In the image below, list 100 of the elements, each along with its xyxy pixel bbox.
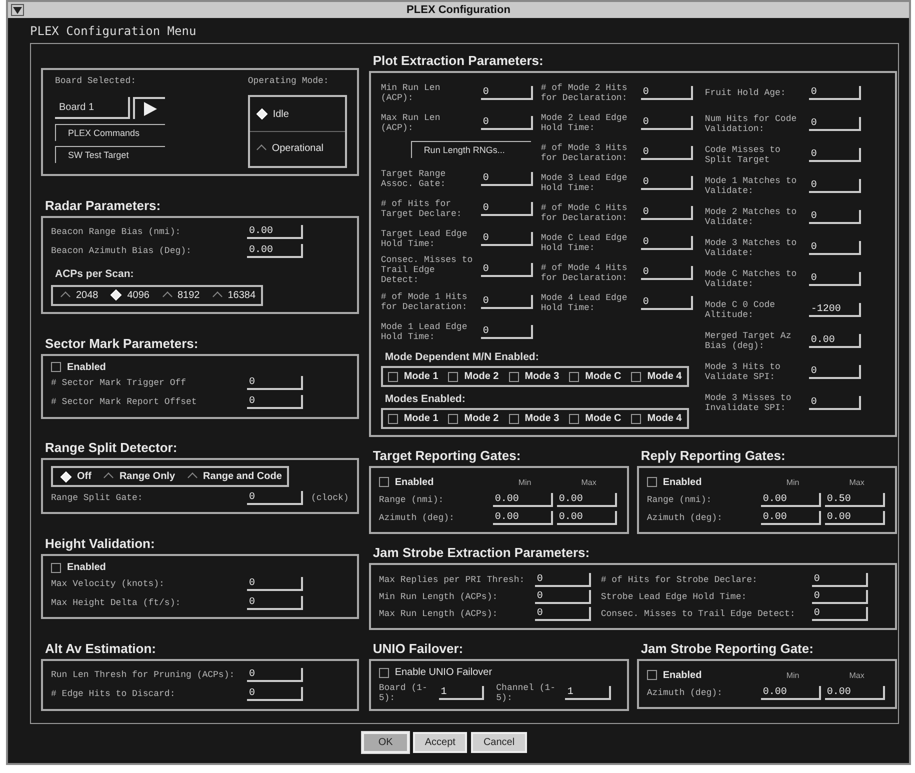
radio-option[interactable]: 16384	[210, 290, 256, 301]
checkbox-option[interactable]: Enabled	[51, 362, 349, 373]
radio-option[interactable]: Range and Code	[185, 471, 282, 482]
command-button[interactable]: SW Test Target	[55, 146, 165, 163]
input-field[interactable]: 0.00	[824, 686, 885, 700]
checkbox[interactable]	[569, 372, 580, 382]
radio-option[interactable]: 4096	[108, 290, 150, 301]
arrow-button[interactable]	[133, 97, 165, 119]
window-menu-icon[interactable]	[11, 4, 24, 16]
checkbox[interactable]	[646, 477, 657, 487]
checkbox[interactable]	[378, 477, 389, 487]
input-field[interactable]: 0.00	[760, 686, 821, 700]
radio-option[interactable]: 8192	[160, 290, 200, 301]
input-field[interactable]: 0	[247, 668, 303, 682]
input-field[interactable]: 0	[808, 364, 861, 378]
checkbox-option[interactable]: Enabled	[646, 670, 759, 680]
input-field[interactable]: 0	[534, 606, 591, 620]
input-field[interactable]: 0	[480, 172, 533, 186]
dialog-button[interactable]: Cancel	[471, 732, 527, 753]
input-field[interactable]: 0	[812, 606, 868, 620]
checkbox-option[interactable]: Mode 1	[388, 371, 438, 382]
input-field[interactable]: 0.00	[492, 511, 553, 525]
checkbox-option[interactable]: Mode C	[569, 371, 622, 382]
input-field[interactable]: 0	[640, 86, 693, 100]
dialog-button[interactable]: Accept	[412, 732, 468, 753]
input-field[interactable]: 1	[565, 686, 611, 700]
checkbox[interactable]	[51, 362, 61, 372]
input-field[interactable]: 0.00	[760, 511, 821, 525]
checkbox[interactable]	[569, 414, 580, 424]
checkbox[interactable]	[448, 414, 458, 424]
checkbox[interactable]	[51, 562, 61, 573]
input-field[interactable]: 1	[438, 686, 484, 700]
input-field[interactable]: 0	[480, 324, 533, 338]
input-field[interactable]: 0	[808, 86, 861, 100]
checkbox[interactable]	[388, 372, 398, 382]
input-field[interactable]: 0	[808, 396, 861, 410]
input-field[interactable]: 0	[640, 146, 693, 160]
input-field[interactable]: 0.00	[492, 493, 553, 507]
checkbox-option[interactable]: Mode 2	[448, 371, 499, 382]
input-field[interactable]: 0.00	[824, 511, 885, 525]
run-length-button[interactable]: Run Length RNGs...	[410, 141, 531, 158]
input-field[interactable]: 0	[808, 116, 861, 130]
input-field[interactable]: 0.50	[824, 493, 885, 507]
checkbox-option[interactable]: Enabled	[646, 476, 759, 488]
checkbox[interactable]	[631, 414, 642, 424]
input-field[interactable]: 0.00	[808, 334, 861, 348]
input-field[interactable]: 0	[480, 232, 533, 246]
input-field[interactable]: 0	[640, 236, 693, 250]
checkbox[interactable]	[508, 372, 519, 382]
checkbox-option[interactable]: Enable UNIO Failover	[378, 667, 619, 678]
input-field[interactable]: 0	[247, 490, 303, 505]
input-field[interactable]: 0.00	[760, 493, 821, 507]
input-field[interactable]: 0	[640, 266, 693, 280]
radio-option[interactable]: Operational	[254, 143, 324, 154]
checkbox-option[interactable]: Mode 2	[448, 413, 499, 424]
input-field[interactable]: 0	[640, 206, 693, 220]
radio-option[interactable]: Off	[58, 471, 92, 482]
input-field[interactable]: 0	[640, 296, 693, 310]
checkbox-option[interactable]: Mode 4	[631, 413, 682, 424]
input-field[interactable]: 0	[534, 572, 591, 586]
input-field[interactable]: 0	[480, 116, 533, 130]
checkbox-option[interactable]: Enabled	[378, 476, 491, 488]
radio-option[interactable]: 2048	[58, 290, 98, 301]
radio-option[interactable]: Range Only	[101, 471, 176, 482]
input-field[interactable]: 0.00	[556, 493, 617, 507]
checkbox[interactable]	[508, 414, 519, 424]
checkbox-option[interactable]: Mode C	[569, 413, 622, 424]
input-field[interactable]: 0.00	[247, 244, 303, 258]
input-field[interactable]: 0	[480, 263, 533, 277]
radio-option[interactable]: Idle	[254, 108, 289, 120]
checkbox[interactable]	[388, 414, 398, 424]
input-field[interactable]: 0	[808, 148, 861, 162]
input-field[interactable]: 0	[247, 687, 303, 702]
command-button[interactable]: PLEX Commands	[55, 124, 165, 141]
checkbox-option[interactable]: Enabled	[51, 562, 349, 574]
checkbox-option[interactable]: Mode 1	[388, 413, 438, 424]
input-field[interactable]: 0	[480, 294, 533, 308]
input-field[interactable]: 0	[247, 395, 303, 410]
input-field[interactable]: 0	[808, 210, 861, 224]
board-dropdown[interactable]: Board 1	[55, 97, 130, 119]
input-field[interactable]: 0	[640, 116, 693, 130]
input-field[interactable]: 0.00	[556, 511, 617, 525]
input-field[interactable]: 0	[640, 176, 693, 190]
checkbox[interactable]	[631, 372, 642, 382]
dialog-button[interactable]: OK	[362, 732, 409, 753]
input-field[interactable]: 0	[808, 178, 861, 192]
checkbox-option[interactable]: Mode 3	[508, 371, 560, 382]
input-field[interactable]: 0	[247, 376, 303, 390]
input-field[interactable]: -1200	[808, 302, 861, 316]
input-field[interactable]: 0	[480, 86, 533, 100]
checkbox-option[interactable]: Mode 3	[508, 413, 560, 424]
checkbox-option[interactable]: Mode 4	[631, 371, 682, 382]
input-field[interactable]: 0	[247, 596, 303, 610]
checkbox[interactable]	[646, 670, 657, 680]
checkbox[interactable]	[378, 668, 389, 678]
input-field[interactable]: 0	[247, 576, 303, 591]
input-field[interactable]: 0	[480, 202, 533, 216]
checkbox[interactable]	[448, 372, 458, 382]
input-field[interactable]: 0	[812, 572, 868, 586]
input-field[interactable]: 0.00	[247, 225, 303, 240]
